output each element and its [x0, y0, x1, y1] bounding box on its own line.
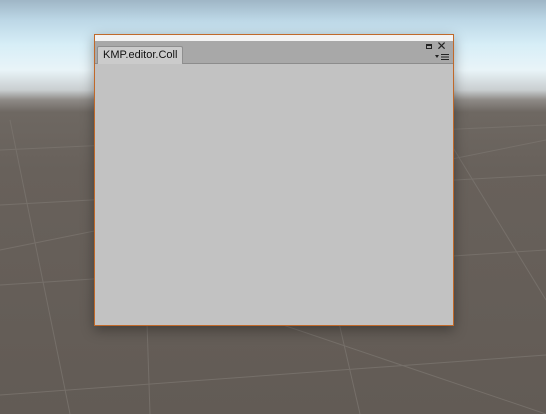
close-icon[interactable]: ✕ [436, 40, 447, 52]
tab-label: KMP.editor.Coll [103, 49, 178, 61]
window-content-area[interactable] [95, 64, 453, 325]
menu-icon[interactable] [435, 53, 449, 61]
tab-strip: KMP.editor.Coll ✕ [95, 40, 453, 64]
tab-kmp-editor-coll[interactable]: KMP.editor.Coll [97, 46, 184, 64]
editor-window[interactable]: KMP.editor.Coll ✕ [94, 34, 454, 326]
maximize-icon[interactable] [426, 44, 432, 49]
